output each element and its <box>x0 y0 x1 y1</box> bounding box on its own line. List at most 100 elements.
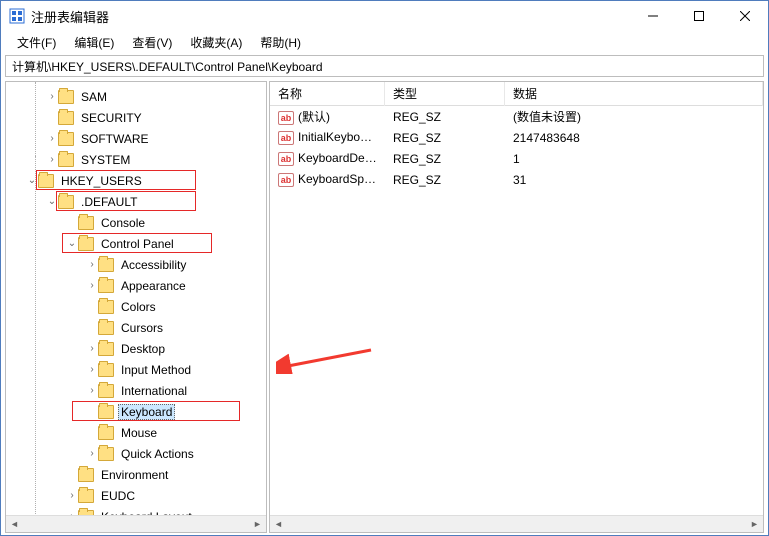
cell-type: REG_SZ <box>385 131 505 145</box>
tree-item-system[interactable]: › SYSTEM <box>6 149 266 170</box>
list-row[interactable]: ab(默认)REG_SZ(数值未设置) <box>270 106 763 127</box>
folder-icon <box>98 363 114 377</box>
list-header: 名称 类型 数据 <box>270 82 763 106</box>
string-value-icon: ab <box>278 152 294 166</box>
string-value-icon: ab <box>278 131 294 145</box>
tree-item-mouse[interactable]: Mouse <box>6 422 266 443</box>
chevron-right-icon[interactable]: › <box>86 448 98 459</box>
chevron-down-icon[interactable]: ⌄ <box>46 196 58 207</box>
list-pane[interactable]: 名称 类型 数据 ab(默认)REG_SZ(数值未设置)abInitialKey… <box>269 81 764 533</box>
folder-icon <box>98 426 114 440</box>
tree-label: Cursors <box>118 320 166 336</box>
list-row[interactable]: abKeyboardSpeedREG_SZ31 <box>270 169 763 190</box>
app-icon <box>9 8 25 24</box>
chevron-right-icon[interactable]: › <box>46 154 58 165</box>
tree-item-cursors[interactable]: Cursors <box>6 317 266 338</box>
tree-item-accessibility[interactable]: ›Accessibility <box>6 254 266 275</box>
tree-item-control-panel[interactable]: ⌄ Control Panel <box>6 233 266 254</box>
tree-label: International <box>118 383 190 399</box>
scroll-track[interactable] <box>287 516 746 533</box>
horizontal-scrollbar[interactable]: ◄ ► <box>270 515 763 532</box>
menu-file[interactable]: 文件(F) <box>9 32 64 53</box>
tree-label: Appearance <box>118 278 189 294</box>
tree-item-sam[interactable]: › SAM <box>6 86 266 107</box>
tree-item-desktop[interactable]: ›Desktop <box>6 338 266 359</box>
tree-label: SYSTEM <box>78 152 133 168</box>
chevron-right-icon[interactable]: › <box>46 133 58 144</box>
titlebar: 注册表编辑器 <box>1 1 768 31</box>
folder-icon <box>58 195 74 209</box>
folder-icon <box>78 468 94 482</box>
scroll-right-button[interactable]: ► <box>249 516 266 533</box>
folder-icon <box>58 111 74 125</box>
chevron-down-icon[interactable]: ⌄ <box>26 175 38 186</box>
tree-item-console[interactable]: Console <box>6 212 266 233</box>
column-header-name[interactable]: 名称 <box>270 81 385 106</box>
cell-data: 1 <box>505 152 763 166</box>
chevron-right-icon[interactable]: › <box>86 280 98 291</box>
tree-item-software[interactable]: › SOFTWARE <box>6 128 266 149</box>
address-path: 计算机\HKEY_USERS\.DEFAULT\Control Panel\Ke… <box>12 58 323 75</box>
folder-icon <box>98 447 114 461</box>
list-body: ab(默认)REG_SZ(数值未设置)abInitialKeyboar...RE… <box>270 106 763 190</box>
tree-item-environment[interactable]: Environment <box>6 464 266 485</box>
tree-item-security[interactable]: SECURITY <box>6 107 266 128</box>
chevron-right-icon[interactable]: › <box>66 532 78 533</box>
cell-name: ab(默认) <box>270 108 385 126</box>
chevron-right-icon[interactable]: › <box>86 343 98 354</box>
chevron-right-icon[interactable]: › <box>66 490 78 501</box>
scroll-track[interactable] <box>23 516 249 533</box>
column-header-data[interactable]: 数据 <box>505 81 763 106</box>
tree-label-selected: Keyboard <box>118 404 175 420</box>
menu-favorites[interactable]: 收藏夹(A) <box>182 32 250 53</box>
registry-tree: › SAM SECURITY › SOFTWARE › SYSTEM ⌄HKEY_US… <box>6 82 266 533</box>
close-button[interactable] <box>722 1 768 31</box>
folder-icon <box>78 489 94 503</box>
tree-item-eudc[interactable]: › EUDC <box>6 485 266 506</box>
column-header-type[interactable]: 类型 <box>385 81 505 106</box>
window-controls <box>630 1 768 31</box>
list-row[interactable]: abKeyboardDelayREG_SZ1 <box>270 148 763 169</box>
folder-icon <box>98 342 114 356</box>
tree-item-input-method[interactable]: › Input Method <box>6 359 266 380</box>
tree-item-hkey-users[interactable]: ⌄HKEY_USERS <box>6 170 266 191</box>
cell-data: 31 <box>505 173 763 187</box>
tree-pane[interactable]: › SAM SECURITY › SOFTWARE › SYSTEM ⌄HKEY_US… <box>5 81 267 533</box>
tree-label: .DEFAULT <box>78 194 140 210</box>
tree-item-colors[interactable]: Colors <box>6 296 266 317</box>
string-value-icon: ab <box>278 111 294 125</box>
scroll-right-button[interactable]: ► <box>746 516 763 533</box>
content-area: › SAM SECURITY › SOFTWARE › SYSTEM ⌄HKEY_US… <box>1 81 768 533</box>
tree-item-keyboard[interactable]: Keyboard <box>6 401 266 422</box>
chevron-right-icon[interactable]: › <box>86 259 98 270</box>
tree-item-quick-actions[interactable]: ›Quick Actions <box>6 443 266 464</box>
minimize-button[interactable] <box>630 1 676 31</box>
list-row[interactable]: abInitialKeyboar...REG_SZ2147483648 <box>270 127 763 148</box>
horizontal-scrollbar[interactable]: ◄ ► <box>6 515 266 532</box>
tree-label: EUDC <box>98 488 138 504</box>
annotation-arrow <box>276 344 376 374</box>
scroll-left-button[interactable]: ◄ <box>270 516 287 533</box>
folder-icon <box>78 237 94 251</box>
menubar: 文件(F) 编辑(E) 查看(V) 收藏夹(A) 帮助(H) <box>1 31 768 53</box>
chevron-right-icon[interactable]: › <box>86 385 98 396</box>
chevron-right-icon[interactable]: › <box>46 91 58 102</box>
menu-edit[interactable]: 编辑(E) <box>66 32 122 53</box>
tree-label: SAM <box>78 89 110 105</box>
folder-icon <box>58 90 74 104</box>
tree-item-default[interactable]: ⌄ .DEFAULT <box>6 191 266 212</box>
chevron-right-icon[interactable]: › <box>86 364 98 375</box>
tree-item-appearance[interactable]: › Appearance <box>6 275 266 296</box>
scroll-left-button[interactable]: ◄ <box>6 516 23 533</box>
addressbar[interactable]: 计算机\HKEY_USERS\.DEFAULT\Control Panel\Ke… <box>5 55 764 77</box>
folder-icon <box>98 405 114 419</box>
tree-label: Control Panel <box>98 236 177 252</box>
string-value-icon: ab <box>278 173 294 187</box>
tree-label: SOFTWARE <box>78 131 152 147</box>
tree-label: Input Method <box>118 362 194 378</box>
tree-item-international[interactable]: › International <box>6 380 266 401</box>
maximize-button[interactable] <box>676 1 722 31</box>
menu-help[interactable]: 帮助(H) <box>252 32 309 53</box>
chevron-down-icon[interactable]: ⌄ <box>66 238 78 249</box>
menu-view[interactable]: 查看(V) <box>124 32 180 53</box>
